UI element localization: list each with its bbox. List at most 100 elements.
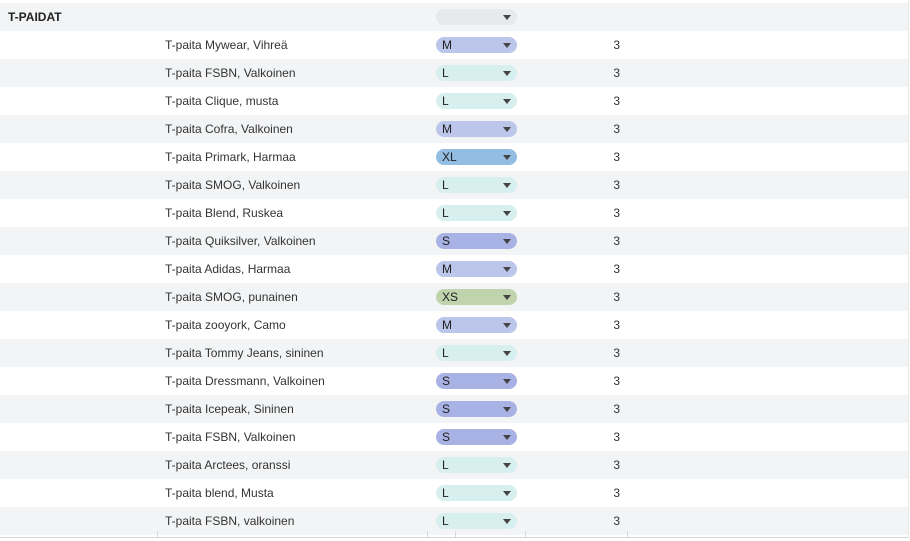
product-name-cell[interactable]: T-paita SMOG, Valkoinen — [165, 171, 300, 199]
size-dropdown-label: S — [442, 374, 451, 388]
category-title[interactable]: T-PAIDAT — [8, 3, 62, 31]
product-name-cell[interactable]: T-paita Tommy Jeans, sininen — [165, 339, 324, 367]
table-row: T-paita Cofra, Valkoinen M 3 — [0, 115, 908, 143]
size-dropdown[interactable]: L — [436, 345, 517, 361]
size-dropdown-empty[interactable] — [436, 9, 517, 25]
product-name-cell[interactable]: T-paita Cofra, Valkoinen — [165, 115, 293, 143]
table-row: T-paita Dressmann, Valkoinen S 3 — [0, 367, 908, 395]
table-row: T-paita SMOG, Valkoinen L 3 — [0, 171, 908, 199]
product-name-cell[interactable]: T-paita Dressmann, Valkoinen — [165, 367, 325, 395]
table-row: T-paita FSBN, valkoinen L 3 — [0, 507, 908, 535]
size-dropdown[interactable]: L — [436, 457, 517, 473]
quantity-cell[interactable]: 3 — [600, 451, 620, 479]
table-row: T-paita SMOG, punainen XS 3 — [0, 283, 908, 311]
product-name-cell[interactable]: T-paita FSBN, Valkoinen — [165, 423, 296, 451]
chevron-down-icon — [503, 295, 511, 300]
size-dropdown[interactable]: S — [436, 429, 517, 445]
quantity-cell[interactable]: 3 — [600, 171, 620, 199]
table-row: T-paita Clique, musta L 3 — [0, 87, 908, 115]
quantity-cell[interactable]: 3 — [600, 255, 620, 283]
size-dropdown-label: M — [442, 262, 452, 276]
size-dropdown[interactable]: L — [436, 485, 517, 501]
quantity-cell[interactable]: 3 — [600, 199, 620, 227]
table-row: T-paita Primark, Harmaa XL 3 — [0, 143, 908, 171]
size-dropdown-label: S — [442, 430, 451, 444]
quantity-cell[interactable]: 3 — [600, 227, 620, 255]
quantity-cell[interactable]: 3 — [600, 87, 620, 115]
quantity-cell[interactable]: 3 — [600, 143, 620, 171]
category-header-row: T-PAIDAT — [0, 3, 908, 31]
column-divider — [427, 531, 428, 537]
size-dropdown[interactable]: M — [436, 261, 517, 277]
column-divider — [525, 531, 526, 537]
quantity-cell[interactable]: 3 — [600, 311, 620, 339]
product-name-cell[interactable]: T-paita Icepeak, Sininen — [165, 395, 294, 423]
quantity-cell[interactable]: 3 — [600, 507, 620, 535]
quantity-cell[interactable]: 3 — [600, 367, 620, 395]
size-dropdown[interactable]: M — [436, 317, 517, 333]
table-row: T-paita FSBN, Valkoinen L 3 — [0, 59, 908, 87]
size-dropdown[interactable]: L — [436, 177, 517, 193]
size-dropdown[interactable]: M — [436, 121, 517, 137]
quantity-cell[interactable]: 3 — [600, 423, 620, 451]
size-dropdown-label: S — [442, 234, 451, 248]
chevron-down-icon — [503, 351, 511, 356]
size-dropdown[interactable]: L — [436, 65, 517, 81]
size-dropdown[interactable]: XL — [436, 149, 517, 165]
size-dropdown-label: L — [442, 486, 449, 500]
size-dropdown[interactable]: XS — [436, 289, 517, 305]
product-name-cell[interactable]: T-paita FSBN, valkoinen — [165, 507, 294, 535]
product-name-cell[interactable]: T-paita Quiksilver, Valkoinen — [165, 227, 316, 255]
column-divider — [455, 531, 456, 537]
product-name-cell[interactable]: T-paita Mywear, Vihreä — [165, 31, 288, 59]
product-name-cell[interactable]: T-paita Primark, Harmaa — [165, 143, 296, 171]
size-dropdown-label: L — [442, 346, 449, 360]
table-row: T-paita Mywear, Vihreä M 3 — [0, 31, 908, 59]
product-name-cell[interactable]: T-paita blend, Musta — [165, 479, 274, 507]
quantity-cell[interactable]: 3 — [600, 59, 620, 87]
size-dropdown[interactable]: M — [436, 37, 517, 53]
quantity-cell[interactable]: 3 — [600, 31, 620, 59]
size-dropdown[interactable]: L — [436, 93, 517, 109]
product-name-cell[interactable]: T-paita Blend, Ruskea — [165, 199, 283, 227]
chevron-down-icon — [503, 323, 511, 328]
table-row: T-paita Arctees, oranssi L 3 — [0, 451, 908, 479]
size-dropdown-label: L — [442, 514, 449, 528]
size-dropdown[interactable]: L — [436, 513, 517, 529]
quantity-cell[interactable]: 3 — [600, 283, 620, 311]
product-name-cell[interactable]: T-paita zooyork, Camo — [165, 311, 286, 339]
table-row: T-paita zooyork, Camo M 3 — [0, 311, 908, 339]
size-dropdown-label: XS — [442, 290, 459, 304]
chevron-down-icon — [503, 211, 511, 216]
quantity-cell[interactable]: 3 — [600, 395, 620, 423]
quantity-cell[interactable]: 3 — [600, 339, 620, 367]
size-dropdown[interactable]: S — [436, 401, 517, 417]
size-dropdown[interactable]: S — [436, 373, 517, 389]
chevron-down-icon — [503, 15, 511, 20]
chevron-down-icon — [503, 379, 511, 384]
size-dropdown-label: L — [442, 206, 449, 220]
product-name-cell[interactable]: T-paita Adidas, Harmaa — [165, 255, 290, 283]
chevron-down-icon — [503, 519, 511, 524]
product-name-cell[interactable]: T-paita FSBN, Valkoinen — [165, 59, 296, 87]
table-row: T-paita Icepeak, Sininen S 3 — [0, 395, 908, 423]
product-name-cell[interactable]: T-paita SMOG, punainen — [165, 283, 298, 311]
product-name-cell[interactable]: T-paita Clique, musta — [165, 87, 278, 115]
size-dropdown-label: XL — [442, 150, 457, 164]
table-row: T-paita FSBN, Valkoinen S 3 — [0, 423, 908, 451]
column-divider — [627, 531, 628, 537]
table-row: T-paita Blend, Ruskea L 3 — [0, 199, 908, 227]
table-row: T-paita blend, Musta L 3 — [0, 479, 908, 507]
quantity-cell[interactable]: 3 — [600, 479, 620, 507]
column-divider — [157, 531, 158, 537]
size-dropdown[interactable]: L — [436, 205, 517, 221]
quantity-cell[interactable]: 3 — [600, 115, 620, 143]
chevron-down-icon — [503, 491, 511, 496]
size-dropdown-label: M — [442, 38, 452, 52]
size-dropdown-label: M — [442, 122, 452, 136]
size-dropdown-label: S — [442, 402, 451, 416]
product-name-cell[interactable]: T-paita Arctees, oranssi — [165, 451, 290, 479]
size-dropdown[interactable]: S — [436, 233, 517, 249]
chevron-down-icon — [503, 127, 511, 132]
chevron-down-icon — [503, 155, 511, 160]
